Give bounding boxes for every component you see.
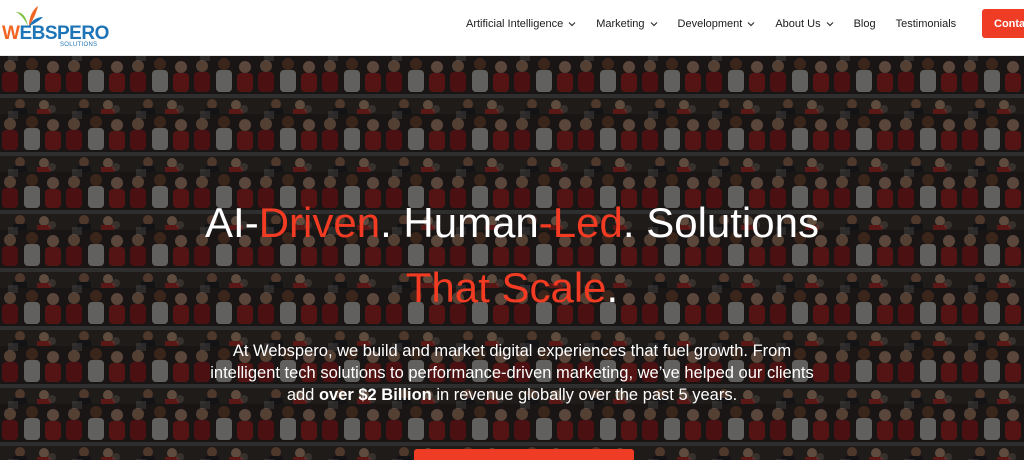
nav-label: Marketing	[596, 18, 645, 30]
nav-label: Testimonials	[895, 18, 957, 30]
hero-headline: AI-Driven. Human-Led. Solutions That Sca…	[0, 200, 1024, 311]
headline-accent: That Scale	[405, 264, 607, 311]
nav-item-blog[interactable]: Blog	[854, 18, 876, 30]
chevron-down-icon	[826, 22, 834, 27]
logo-subtitle: SOLUTIONS	[60, 42, 98, 48]
logo-letters-rest: EBSPERO	[19, 23, 109, 44]
description-text: in revenue globally over the past 5 year…	[431, 386, 738, 404]
description-line: add over $2 Billion in revenue globally …	[0, 384, 1024, 406]
nav-item-marketing[interactable]: Marketing	[596, 18, 657, 30]
nav-label: Blog	[853, 18, 876, 30]
hero-cta-button[interactable]	[414, 449, 634, 460]
hero-section: AI-Driven. Human-Led. Solutions That Sca…	[0, 56, 1024, 460]
chevron-down-icon	[650, 22, 657, 27]
description-line: intelligent tech solutions to performanc…	[210, 364, 814, 382]
description-text: add	[286, 386, 319, 404]
nav-item-artificial-intelligence[interactable]: Artificial Intelligence	[466, 18, 576, 30]
logo-wordmark: WEBSPERO	[2, 24, 109, 44]
chevron-down-icon	[568, 22, 576, 27]
nav-label: Artificial Intelligence	[466, 18, 564, 30]
logo-letter-w: W	[2, 23, 20, 44]
headline-part: . Solutions	[622, 199, 819, 246]
nav-item-development[interactable]: Development	[678, 18, 756, 30]
nav-label: Development	[677, 18, 743, 30]
headline-part: AI-	[205, 199, 259, 246]
description-highlight: over $2 Billion	[318, 386, 432, 404]
chevron-down-icon	[747, 22, 755, 27]
headline-part: . Human	[380, 199, 539, 246]
hero-description: At Webspero, we build and market digital…	[0, 340, 1024, 406]
nav-label: About Us	[775, 18, 821, 30]
nav-item-testimonials[interactable]: Testimonials	[896, 18, 957, 30]
nav-item-about-us[interactable]: About Us	[775, 18, 834, 30]
webspero-logo[interactable]: WEBSPERO SOLUTIONS	[2, 2, 109, 52]
headline-line-2: That Scale.	[0, 265, 1024, 311]
main-nav: Artificial Intelligence Marketing Develo…	[466, 0, 976, 48]
headline-accent: Driven	[258, 199, 381, 246]
headline-accent: -Led	[538, 199, 623, 246]
contact-button[interactable]: Conta	[982, 9, 1024, 38]
description-line: At Webspero, we build and market digital…	[232, 342, 792, 360]
headline-part: .	[606, 264, 619, 311]
site-header: WEBSPERO SOLUTIONS Artificial Intelligen…	[0, 0, 1024, 56]
